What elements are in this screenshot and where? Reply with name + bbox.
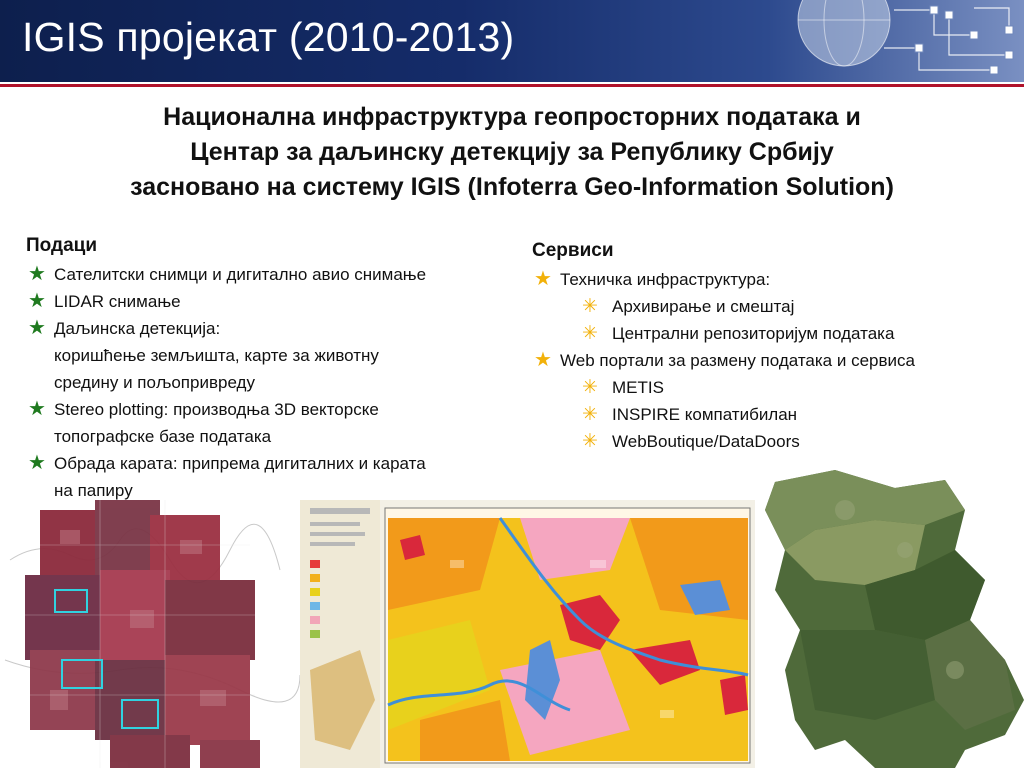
subtitle-line-1: Национална инфраструктура геопросторних … (163, 103, 861, 131)
sub-list-item: ✳ INSPIRE компатибилан (532, 401, 1012, 428)
accent-line (0, 84, 1024, 87)
land-use-map-image (300, 500, 755, 768)
title-bar: IGIS пројекат (2010-2013) (0, 0, 1024, 82)
sub-list-item: ✳ WebBoutique/DataDoors (532, 428, 1012, 455)
list-item-text: Централни репозиторијум података (612, 324, 895, 343)
green-star-icon: ★ (28, 290, 46, 312)
green-star-icon: ★ (28, 452, 46, 474)
list-item-text: Архивирање и смештај (612, 297, 795, 316)
list-item-text: Stereo plotting: производња 3D векторске (54, 400, 379, 419)
list-item: ★ Stereo plotting: производња 3D векторс… (26, 396, 526, 450)
sub-list-item: ✳ Архивирање и смештај (532, 293, 1012, 320)
sub-list-item: ✳ METIS (532, 374, 1012, 401)
list-item-text: WebBoutique/DataDoors (612, 432, 800, 451)
satellite-mosaic-image (0, 500, 300, 768)
globe-network-decoration (797, 0, 1014, 75)
gold-asterisk-icon: ✳ (582, 431, 598, 452)
services-section: Сервиси ★ Техничка инфраструктура: ✳ Арх… (532, 240, 1012, 455)
data-heading: Подаци (26, 235, 97, 256)
green-star-icon: ★ (28, 263, 46, 285)
list-item-text: LIDAR снимање (54, 292, 181, 311)
services-heading: Сервиси (532, 240, 614, 261)
sub-list-item: ✳ Централни репозиторијум података (532, 320, 1012, 347)
green-star-icon: ★ (28, 398, 46, 420)
list-item-text: Сателитски снимци и дигитално авио снима… (54, 265, 427, 284)
gold-asterisk-icon: ✳ (582, 404, 598, 425)
list-item-text: Обрада карата: припрема дигиталних и кар… (54, 454, 426, 473)
gold-asterisk-icon: ✳ (582, 296, 598, 317)
list-item-text: коришћење земљишта, карте за животну (54, 346, 379, 365)
list-item-text: INSPIRE компатибилан (612, 405, 798, 424)
list-item: ★ Сателитски снимци и дигитално авио сни… (26, 261, 526, 288)
list-item: ★ LIDAR снимање (26, 288, 526, 315)
slide-subtitle: Национална инфраструктура геопросторних … (30, 100, 994, 205)
list-item: ★ Даљинска детекција: коришћење земљишта… (26, 315, 526, 396)
slide-title: IGIS пројекат (2010-2013) (22, 14, 515, 60)
list-item: ★ Обрада карата: припрема дигиталних и к… (26, 450, 526, 504)
list-item: ★ Техничка инфраструктура: (532, 266, 1012, 293)
gold-star-icon: ★ (534, 268, 552, 290)
list-item-text: средину и пољопривреду (54, 373, 255, 392)
data-section: Подаци ★ Сателитски снимци и дигитално а… (26, 235, 526, 504)
gold-star-icon: ★ (534, 349, 552, 371)
gold-asterisk-icon: ✳ (582, 323, 598, 344)
serbia-satellite-map-image (755, 470, 1024, 768)
subtitle-line-2: Центар за даљинску детекцију за Републик… (190, 138, 834, 166)
list-item-text: Даљинска детекција: (54, 319, 221, 338)
subtitle-line-3: засновано на систему IGIS (Infoterra Geo… (130, 173, 894, 201)
gold-asterisk-icon: ✳ (582, 377, 598, 398)
list-item-text: Техничка инфраструктура: (560, 270, 771, 289)
green-star-icon: ★ (28, 317, 46, 339)
list-item-text: Web портали за размену података и сервис… (560, 351, 915, 370)
list-item: ★ Web портали за размену података и серв… (532, 347, 1012, 374)
list-item-text: на папиру (54, 481, 133, 500)
list-item-text: METIS (612, 378, 664, 397)
list-item-text: топографске базе података (54, 427, 272, 446)
